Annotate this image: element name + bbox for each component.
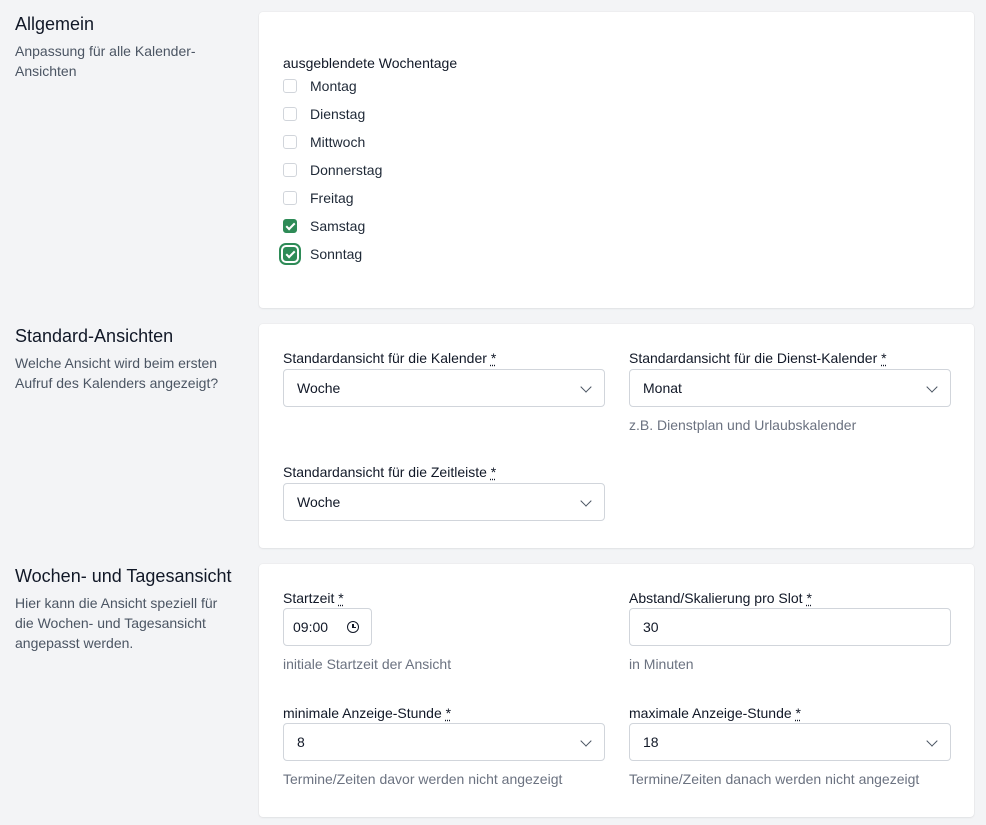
section-description: Welche Ansicht wird beim ersten Aufruf d… (15, 355, 219, 391)
weekday-sunday[interactable]: Sonntag (283, 244, 362, 264)
section-title: Standard-Ansichten (15, 326, 174, 346)
required-mark: * (490, 464, 497, 480)
section-general-header: Allgemein Anpassung für alle Kalender-An… (15, 13, 240, 81)
min-hour-select[interactable]: 8 (283, 723, 605, 761)
checkbox-label: Freitag (310, 190, 354, 206)
calendar-view-select[interactable]: Woche (283, 369, 605, 407)
service-calendar-view-select[interactable]: Monat (629, 369, 951, 407)
max-hour-select[interactable]: 18 (629, 723, 951, 761)
required-mark: * (881, 350, 887, 366)
checkbox-checked[interactable] (283, 247, 297, 261)
checkbox[interactable] (283, 191, 297, 205)
checkbox[interactable] (283, 135, 297, 149)
select-value: Monat (643, 380, 682, 396)
select-value: Woche (297, 494, 341, 510)
section-description: Hier kann die Ansicht speziell für die W… (15, 595, 218, 651)
section-default-views-header: Standard-Ansichten Welche Ansicht wird b… (15, 325, 240, 393)
weekday-tuesday[interactable]: Dienstag (283, 104, 365, 124)
start-time-label: Startzeit * (283, 590, 344, 606)
hidden-weekdays-label: ausgeblendete Wochentage (283, 55, 458, 71)
weekday-monday[interactable]: Montag (283, 76, 357, 96)
start-time-hint: initiale Startzeit der Ansicht (283, 656, 452, 672)
input-value: 09:00 (293, 619, 329, 635)
weekday-saturday[interactable]: Samstag (283, 216, 365, 236)
weekday-friday[interactable]: Freitag (283, 188, 354, 208)
default-views-card: Standardansicht für die Kalender * Woche… (259, 324, 974, 548)
checkbox-label: Dienstag (310, 106, 366, 122)
input-value: 30 (643, 619, 659, 635)
checkbox-label: Sonntag (310, 246, 363, 262)
section-title: Allgemein (15, 14, 95, 34)
select-value: 18 (643, 734, 659, 750)
required-mark: * (806, 590, 812, 606)
calendar-view-label: Standardansicht für die Kalender * (283, 350, 497, 366)
weekday-wednesday[interactable]: Mittwoch (283, 132, 365, 152)
checkbox-label: Mittwoch (310, 134, 366, 150)
required-mark: * (795, 705, 801, 721)
required-mark: * (490, 350, 497, 366)
general-card: ausgeblendete Wochentage Montag Dienstag… (259, 12, 974, 308)
section-week-day-view-header: Wochen- und Tagesansicht Hier kann die A… (15, 565, 240, 653)
section-title: Wochen- und Tagesansicht (15, 566, 232, 586)
chevron-down-icon (926, 381, 938, 393)
max-hour-hint: Termine/Zeiten danach werden nicht angez… (629, 771, 920, 787)
select-value: 8 (297, 734, 305, 750)
checkbox[interactable] (283, 107, 297, 121)
weekday-thursday[interactable]: Donnerstag (283, 160, 382, 180)
checkbox[interactable] (283, 163, 297, 177)
select-value: Woche (297, 380, 341, 396)
min-hour-label: minimale Anzeige-Stunde * (283, 705, 452, 721)
start-time-input[interactable]: 09:00 (283, 608, 372, 646)
min-hour-hint: Termine/Zeiten davor werden nicht angeze… (283, 771, 563, 787)
slot-hint: in Minuten (629, 656, 694, 672)
service-calendar-hint: z.B. Dienstplan und Urlaubskalender (629, 417, 857, 433)
chevron-down-icon (580, 381, 592, 393)
week-day-view-card: Startzeit * 09:00 initiale Startzeit der… (259, 564, 974, 817)
max-hour-label: maximale Anzeige-Stunde * (629, 705, 801, 721)
chevron-down-icon (580, 495, 592, 507)
checkbox-label: Samstag (310, 218, 366, 234)
clock-icon[interactable] (347, 621, 359, 633)
timeline-view-select[interactable]: Woche (283, 483, 605, 521)
chevron-down-icon (926, 735, 938, 747)
timeline-view-label: Standardansicht für die Zeitleiste * (283, 464, 497, 480)
required-mark: * (338, 590, 344, 606)
service-calendar-view-label: Standardansicht für die Dienst-Kalender … (629, 350, 887, 366)
checkbox-label: Montag (310, 78, 357, 94)
checkbox-checked[interactable] (283, 219, 297, 233)
slot-input[interactable]: 30 (629, 608, 951, 646)
chevron-down-icon (580, 735, 592, 747)
section-description: Anpassung für alle Kalender-Ansichten (15, 43, 196, 79)
checkbox[interactable] (283, 79, 297, 93)
slot-label: Abstand/Skalierung pro Slot * (629, 590, 812, 606)
checkbox-label: Donnerstag (310, 162, 383, 178)
required-mark: * (445, 705, 452, 721)
